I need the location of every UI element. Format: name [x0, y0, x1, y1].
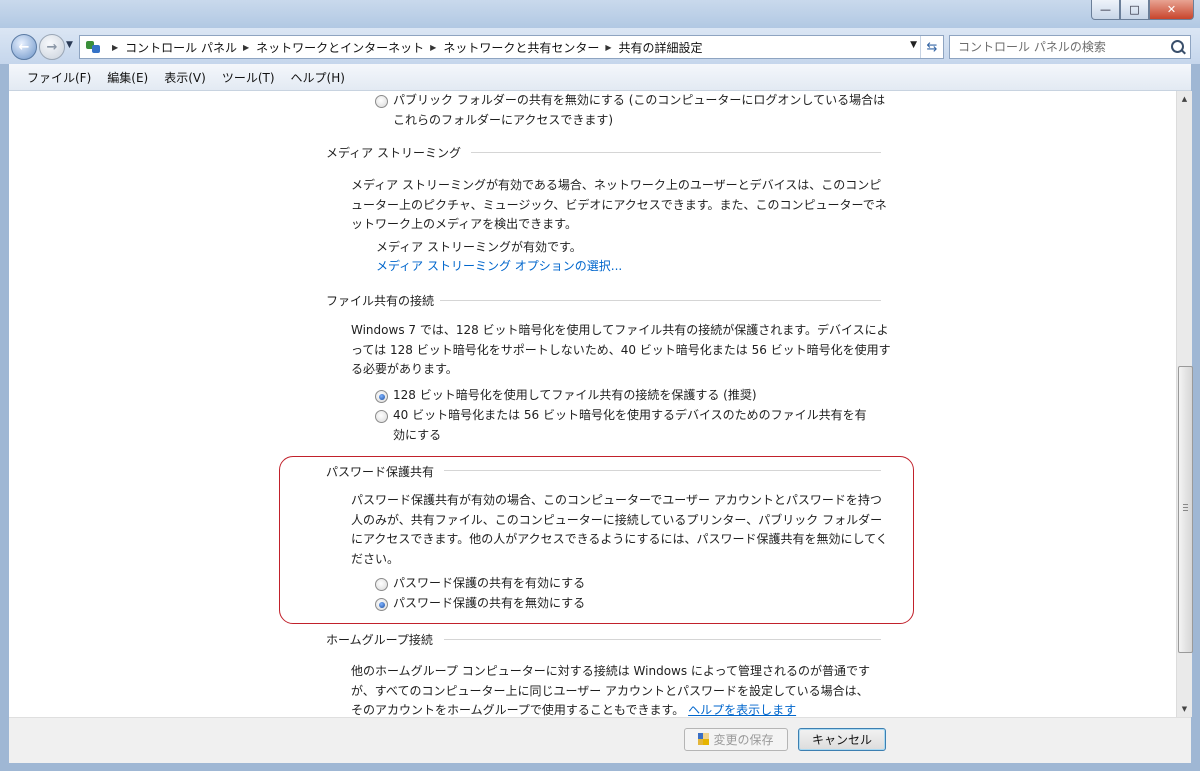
radio-button[interactable] [375, 410, 388, 423]
divider [444, 639, 881, 640]
chevron-right-icon: ▶ [605, 42, 612, 52]
option-label: 128 ビット暗号化を使用してファイル共有の接続を保護する (推奨) [393, 388, 757, 402]
breadcrumb: ▶ コントロール パネル ▶ ネットワークとインターネット ▶ ネットワークと共有セン… [106, 39, 703, 56]
scroll-down-icon[interactable]: ▼ [1177, 701, 1192, 717]
breadcrumb-item[interactable]: ▶ ネットワークとインターネット [237, 39, 424, 56]
password-enable-option[interactable]: パスワード保護の共有を有効にする [375, 574, 775, 594]
section-title-media-streaming: メディア ストリーミング [326, 146, 461, 160]
section-title-password-sharing: パスワード保護共有 [326, 465, 435, 479]
encryption-40-56-option[interactable]: 40 ビット暗号化または 56 ビット暗号化を使用するデバイスのためのファイル共… [375, 406, 875, 445]
option-label: 40 ビット暗号化または 56 ビット暗号化を使用するデバイスのためのファイル共… [393, 408, 867, 442]
media-status: メディア ストリーミングが有効です。 [376, 240, 582, 254]
maximize-button[interactable]: □ [1120, 0, 1149, 20]
option-label: パブリック フォルダーの共有を無効にする (このコンピューターにログオンしている… [393, 93, 886, 127]
media-options-link[interactable]: メディア ストリーミング オプションの選択... [376, 257, 876, 277]
menu-view[interactable]: 表示(V) [156, 69, 214, 86]
search-box[interactable] [949, 35, 1191, 59]
section-title-file-sharing: ファイル共有の接続 [326, 294, 435, 308]
help-link[interactable]: ヘルプを表示します [688, 703, 796, 717]
breadcrumb-item[interactable]: ▶ コントロール パネル [106, 39, 237, 56]
window-controls: — □ ✕ [1091, 0, 1194, 20]
refresh-icon[interactable]: ⇆ [920, 36, 943, 58]
radio-button[interactable] [375, 578, 388, 591]
password-disable-option[interactable]: パスワード保護の共有を無効にする [375, 594, 775, 614]
uac-shield-icon [698, 733, 710, 746]
encryption-128-option[interactable]: 128 ビット暗号化を使用してファイル共有の接続を保護する (推奨) [375, 386, 895, 406]
back-button[interactable]: ← [11, 34, 37, 60]
breadcrumb-advanced-sharing[interactable]: 共有の詳細設定 [618, 39, 702, 56]
control-panel-icon [84, 39, 102, 55]
password-description: パスワード保護共有が有効の場合、このコンピューターでユーザー アカウントとパスワ… [351, 493, 888, 566]
option-label: パスワード保護の共有を無効にする [393, 596, 586, 610]
breadcrumb-item[interactable]: ▶ 共有の詳細設定 [599, 39, 702, 56]
breadcrumb-control-panel[interactable]: コントロール パネル [125, 39, 237, 56]
vertical-scrollbar[interactable]: ▲ ▼ [1176, 91, 1193, 717]
chevron-right-icon: ▶ [112, 42, 119, 52]
media-description: メディア ストリーミングが有効である場合、ネットワーク上のユーザーとデバイスは、… [351, 178, 887, 231]
forward-button[interactable]: → [39, 34, 65, 60]
option-label: パスワード保護の共有を有効にする [393, 576, 586, 590]
menu-tools[interactable]: ツール(T) [214, 69, 283, 86]
close-button[interactable]: ✕ [1149, 0, 1194, 20]
menu-bar: ファイル(F) 編集(E) 表示(V) ツール(T) ヘルプ(H) [9, 64, 1191, 91]
menu-edit[interactable]: 編集(E) [99, 69, 156, 86]
save-changes-button[interactable]: 変更の保存 [684, 728, 788, 751]
divider [444, 470, 881, 471]
file-sharing-description: Windows 7 では、128 ビット暗号化を使用してファイル共有の接続が保護… [351, 323, 891, 376]
chevron-right-icon: ▶ [430, 42, 437, 52]
address-dropdown-icon[interactable]: ▼ [910, 40, 917, 50]
window-frame-bottom [0, 763, 1200, 771]
divider [471, 152, 881, 153]
scroll-thumb[interactable] [1178, 366, 1193, 653]
scroll-up-icon[interactable]: ▲ [1177, 91, 1192, 107]
radio-button[interactable] [375, 95, 388, 108]
grip-icon [1183, 504, 1188, 511]
chevron-right-icon: ▶ [242, 42, 250, 52]
radio-button-selected[interactable] [375, 390, 388, 403]
public-folder-disable-option[interactable]: パブリック フォルダーの共有を無効にする (このコンピューターにログオンしている… [375, 91, 895, 130]
homegroup-description: 他のホームグループ コンピューターに対する接続は Windows によって管理さ… [351, 662, 871, 717]
save-label: 変更の保存 [713, 733, 774, 747]
radio-button-selected[interactable] [375, 598, 388, 611]
breadcrumb-item[interactable]: ▶ ネットワークと共有センター [424, 39, 599, 56]
divider [440, 300, 881, 301]
action-bar: 変更の保存 キャンセル [9, 717, 1191, 764]
breadcrumb-network-sharing-center[interactable]: ネットワークと共有センター [443, 39, 599, 56]
settings-content: パブリック フォルダーの共有を無効にする (このコンピューターにログオンしている… [9, 91, 1176, 717]
menu-help[interactable]: ヘルプ(H) [283, 69, 353, 86]
address-bar[interactable]: ▶ コントロール パネル ▶ ネットワークとインターネット ▶ ネットワークと共有セン… [79, 35, 944, 59]
recent-pages-dropdown-icon[interactable]: ▼ [66, 40, 73, 50]
cancel-button[interactable]: キャンセル [798, 728, 886, 751]
minimize-button[interactable]: — [1091, 0, 1120, 20]
breadcrumb-network-internet[interactable]: ネットワークとインターネット [256, 39, 424, 56]
section-title-homegroup: ホームグループ接続 [326, 633, 433, 647]
search-icon[interactable] [1171, 40, 1184, 53]
search-input[interactable] [956, 39, 1165, 55]
menu-file[interactable]: ファイル(F) [9, 69, 99, 86]
